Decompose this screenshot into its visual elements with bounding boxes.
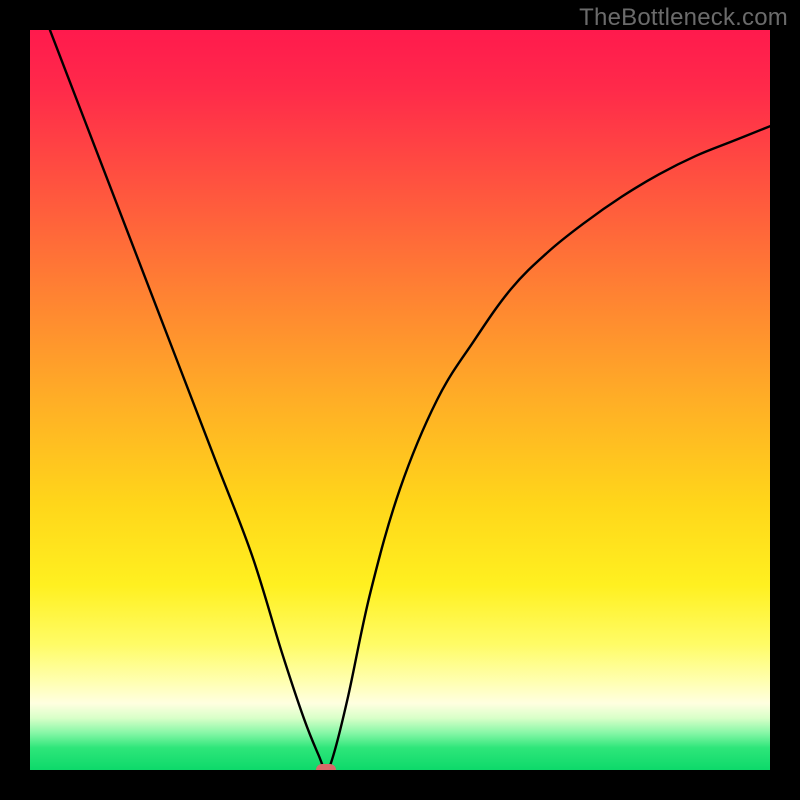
curve-svg bbox=[30, 30, 770, 770]
minimum-marker bbox=[316, 764, 336, 770]
plot-area bbox=[30, 30, 770, 770]
bottleneck-curve bbox=[30, 30, 770, 770]
watermark-text: TheBottleneck.com bbox=[579, 4, 788, 32]
chart-frame: TheBottleneck.com bbox=[0, 0, 800, 800]
